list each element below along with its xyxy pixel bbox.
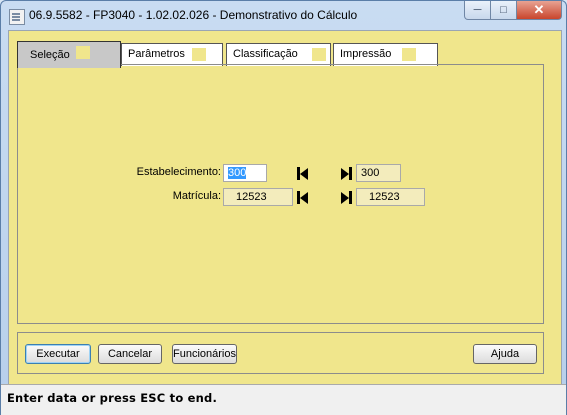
tab-impressao[interactable]: Impressão bbox=[333, 43, 438, 66]
minimize-button[interactable]: ─ bbox=[464, 1, 491, 20]
minimize-icon: ─ bbox=[473, 4, 482, 16]
executar-button[interactable]: Executar bbox=[25, 344, 91, 364]
maximize-button[interactable]: □ bbox=[490, 1, 517, 20]
status-text: Enter data or press ESC to end. bbox=[7, 391, 218, 405]
last-record-button[interactable] bbox=[338, 189, 355, 206]
matricula-label: Matrícula: bbox=[172, 190, 221, 202]
tab-marker bbox=[192, 48, 206, 61]
funcionarios-button[interactable]: Funcionários bbox=[172, 344, 237, 364]
selection-panel: Estabelecimento: 300 300 Matrícula: 1252… bbox=[17, 64, 544, 324]
first-record-icon bbox=[297, 167, 308, 180]
title-bar[interactable]: 06.9.5582 - FP3040 - 1.02.02.026 - Demon… bbox=[1, 1, 566, 31]
tab-selecao[interactable]: Seleção bbox=[17, 41, 121, 68]
matricula-to-value: 12523 bbox=[369, 191, 400, 203]
tab-parametros[interactable]: Parâmetros bbox=[121, 43, 223, 66]
matricula-to-input[interactable]: 12523 bbox=[356, 188, 425, 206]
tab-label: Classificação bbox=[233, 48, 298, 60]
estabelecimento-to-input[interactable]: 300 bbox=[356, 164, 401, 182]
last-record-icon bbox=[341, 167, 352, 180]
tab-label: Parâmetros bbox=[128, 48, 185, 60]
tab-marker bbox=[76, 46, 90, 59]
first-record-button[interactable] bbox=[294, 165, 311, 182]
first-record-button[interactable] bbox=[294, 189, 311, 206]
form-area: Seleção Parâmetros Classificação Impress… bbox=[8, 30, 562, 385]
estabelecimento-label: Estabelecimento: bbox=[136, 166, 221, 178]
first-record-icon bbox=[297, 191, 308, 204]
ajuda-button[interactable]: Ajuda bbox=[473, 344, 537, 364]
button-bar: Executar Cancelar Funcionários Ajuda bbox=[17, 332, 544, 374]
maximize-icon: □ bbox=[500, 4, 507, 16]
tab-marker bbox=[402, 48, 416, 61]
app-window: 06.9.5582 - FP3040 - 1.02.02.026 - Demon… bbox=[0, 0, 567, 415]
app-menu-icon[interactable] bbox=[9, 9, 25, 25]
tab-classificacao[interactable]: Classificação bbox=[226, 43, 331, 66]
last-record-button[interactable] bbox=[338, 165, 355, 182]
estabelecimento-to-value: 300 bbox=[361, 167, 380, 179]
status-bar: Enter data or press ESC to end. bbox=[1, 384, 566, 415]
cancelar-button[interactable]: Cancelar bbox=[98, 344, 162, 364]
tab-label: Seleção bbox=[30, 49, 70, 61]
matricula-from-value: 12523 bbox=[236, 191, 267, 203]
estabelecimento-from-value: 300 bbox=[228, 167, 247, 179]
tab-marker bbox=[312, 48, 326, 61]
estabelecimento-from-input[interactable]: 300 bbox=[223, 164, 267, 182]
matricula-from-input[interactable]: 12523 bbox=[223, 188, 293, 206]
close-button[interactable]: ✕ bbox=[516, 1, 562, 20]
tab-label: Impressão bbox=[340, 48, 392, 60]
window-title: 06.9.5582 - FP3040 - 1.02.02.026 - Demon… bbox=[29, 8, 358, 22]
close-icon: ✕ bbox=[533, 2, 545, 17]
last-record-icon bbox=[341, 191, 352, 204]
